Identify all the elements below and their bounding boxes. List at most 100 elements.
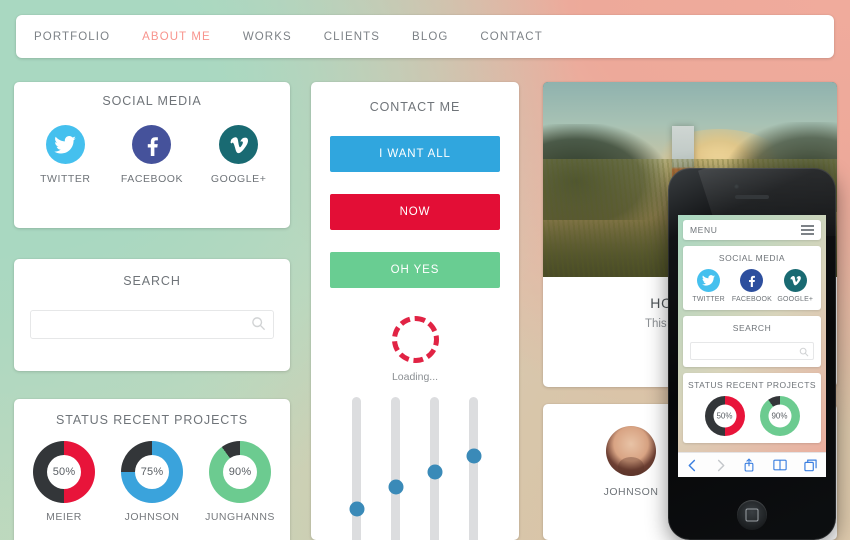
nav-item-contact[interactable]: CONTACT xyxy=(480,31,542,43)
social-item-twitter[interactable]: TWITTER xyxy=(29,125,101,185)
donut-value-johnson: 75% xyxy=(135,455,169,489)
slider-4-handle[interactable] xyxy=(466,448,481,464)
mobile-social-list: TWITTER FACEBOOK GOOGLE+ xyxy=(683,269,821,303)
status-projects-card: STATUS RECENT PROJECTS 50% MEIER 75% JOH… xyxy=(14,399,290,540)
loading-label: Loading... xyxy=(391,371,439,383)
nav-link-contact[interactable]: CONTACT xyxy=(480,31,542,43)
forward-chevron-icon xyxy=(715,459,726,472)
donut-chart-junghanns: 90% xyxy=(209,441,271,503)
slider-2[interactable] xyxy=(388,397,403,540)
twitter-icon[interactable] xyxy=(697,269,721,292)
team-label-johnson: JOHNSON xyxy=(603,486,659,498)
nav-item-blog[interactable]: BLOG xyxy=(412,31,448,43)
status-projects-title: STATUS RECENT PROJECTS xyxy=(55,413,249,427)
mobile-menu-label: MENU xyxy=(690,225,718,235)
twitter-icon[interactable] xyxy=(45,125,85,164)
mobile-social-label-twitter: TWITTER xyxy=(692,296,725,303)
page-root: PORTFOLIO ABOUT ME WORKS CLIENTS BLOG CO… xyxy=(0,0,850,540)
phone-screen: MENU SOCIAL MEDIA TWITTER FACEBOOK GOOGL… xyxy=(678,215,826,477)
search-title: SEARCH xyxy=(123,274,181,288)
mobile-donut-value-junghanns: 90% xyxy=(768,404,791,427)
status-item-meier: 50% MEIER xyxy=(24,441,104,523)
slider-3-handle[interactable] xyxy=(427,464,442,480)
social-label-facebook: FACEBOOK xyxy=(120,173,184,185)
iphone-mockup: MENU SOCIAL MEDIA TWITTER FACEBOOK GOOGL… xyxy=(668,168,836,540)
contact-button-oh-yes[interactable]: OH YES xyxy=(330,252,500,288)
nav-item-about-me[interactable]: ABOUT ME xyxy=(142,31,211,43)
slider-4[interactable] xyxy=(466,397,481,540)
nav-link-portfolio[interactable]: PORTFOLIO xyxy=(34,31,110,43)
donut-value-meier: 50% xyxy=(47,455,81,489)
slider-2-handle[interactable] xyxy=(388,479,403,495)
slider-1[interactable] xyxy=(349,397,364,540)
slider-1-handle[interactable] xyxy=(349,501,364,517)
donut-chart-johnson: 75% xyxy=(121,441,183,503)
vimeo-icon[interactable] xyxy=(783,269,807,292)
slider-3[interactable] xyxy=(427,397,442,540)
search-icon[interactable] xyxy=(251,316,266,336)
hamburger-icon[interactable] xyxy=(801,223,814,237)
bookmarks-icon[interactable] xyxy=(773,459,787,471)
team-member-johnson[interactable]: JOHNSON xyxy=(589,426,673,498)
status-label-johnson: JOHNSON xyxy=(124,511,180,523)
social-media-list: TWITTER FACEBOOK GOOGLE+ xyxy=(14,125,290,185)
mobile-search-title: SEARCH xyxy=(732,323,772,333)
social-item-googleplus[interactable]: GOOGLE+ xyxy=(203,125,275,185)
nav-item-works[interactable]: WORKS xyxy=(243,31,292,43)
mobile-status-list: 50% 90% xyxy=(683,395,821,436)
slider-2-track[interactable] xyxy=(391,397,400,540)
nav-link-works[interactable]: WORKS xyxy=(243,31,292,43)
contact-button-i-want-all[interactable]: I WANT ALL xyxy=(330,136,500,172)
share-icon[interactable] xyxy=(743,458,755,472)
slider-4-track[interactable] xyxy=(469,397,478,540)
search-icon[interactable] xyxy=(799,344,809,362)
contact-button-now[interactable]: NOW xyxy=(330,194,500,230)
facebook-icon[interactable] xyxy=(132,125,172,164)
nav-item-clients[interactable]: CLIENTS xyxy=(324,31,380,43)
contact-card: CONTACT ME I WANT ALL NOW OH YES Loading… xyxy=(311,82,519,540)
slider-group xyxy=(311,397,519,540)
status-item-johnson: 75% JOHNSON xyxy=(112,441,192,523)
tabs-icon[interactable] xyxy=(804,459,817,472)
nav-link-blog[interactable]: BLOG xyxy=(412,31,448,43)
loading-spinner-icon xyxy=(391,316,439,363)
mobile-social-item-facebook[interactable]: FACEBOOK xyxy=(731,269,773,303)
mobile-social-item-twitter[interactable]: TWITTER xyxy=(688,269,730,303)
loading-indicator: Loading... xyxy=(311,316,519,383)
search-card: SEARCH xyxy=(14,259,290,371)
search-input[interactable] xyxy=(30,310,274,339)
nav-link-about-me[interactable]: ABOUT ME xyxy=(142,31,211,43)
nav-list: PORTFOLIO ABOUT ME WORKS CLIENTS BLOG CO… xyxy=(16,15,834,58)
donut-chart-meier: 50% xyxy=(33,441,95,503)
mobile-menu-bar[interactable]: MENU xyxy=(683,220,821,240)
facebook-icon[interactable] xyxy=(740,269,764,292)
social-media-title: SOCIAL MEDIA xyxy=(102,94,202,108)
social-label-googleplus: GOOGLE+ xyxy=(210,173,267,185)
donut-chart-junghanns-mobile: 90% xyxy=(759,395,800,436)
status-label-meier: MEIER xyxy=(46,511,82,523)
nav-item-portfolio[interactable]: PORTFOLIO xyxy=(34,31,110,43)
mobile-donut-value-meier: 50% xyxy=(713,404,736,427)
search-field-wrapper xyxy=(30,310,274,339)
status-donut-list: 50% MEIER 75% JOHNSON 90% JUNGHANNS xyxy=(14,441,290,523)
status-item-junghanns: 90% JUNGHANNS xyxy=(200,441,280,523)
social-label-twitter: TWITTER xyxy=(40,173,91,185)
social-media-card: SOCIAL MEDIA TWITTER FACEBOOK GOOGLE+ xyxy=(14,82,290,228)
mobile-social-item-googleplus[interactable]: GOOGLE+ xyxy=(774,269,816,303)
mobile-search-input[interactable] xyxy=(690,341,814,360)
mobile-social-label-googleplus: GOOGLE+ xyxy=(777,296,814,303)
vimeo-icon[interactable] xyxy=(219,125,259,164)
status-label-junghanns: JUNGHANNS xyxy=(205,511,275,523)
social-item-facebook[interactable]: FACEBOOK xyxy=(116,125,188,185)
slider-1-track[interactable] xyxy=(352,397,361,540)
mobile-social-label-facebook: FACEBOOK xyxy=(731,296,773,303)
avatar-male[interactable] xyxy=(606,426,656,476)
mobile-search-card: SEARCH xyxy=(683,316,821,367)
nav-link-clients[interactable]: CLIENTS xyxy=(324,31,380,43)
donut-chart-meier-mobile: 50% xyxy=(704,395,745,436)
back-chevron-icon[interactable] xyxy=(687,459,698,472)
contact-title: CONTACT ME xyxy=(369,100,461,114)
phone-home-button[interactable] xyxy=(737,500,767,530)
mobile-status-card: STATUS RECENT PROJECTS 50% 90% xyxy=(683,372,821,443)
donut-value-junghanns: 90% xyxy=(223,455,257,489)
